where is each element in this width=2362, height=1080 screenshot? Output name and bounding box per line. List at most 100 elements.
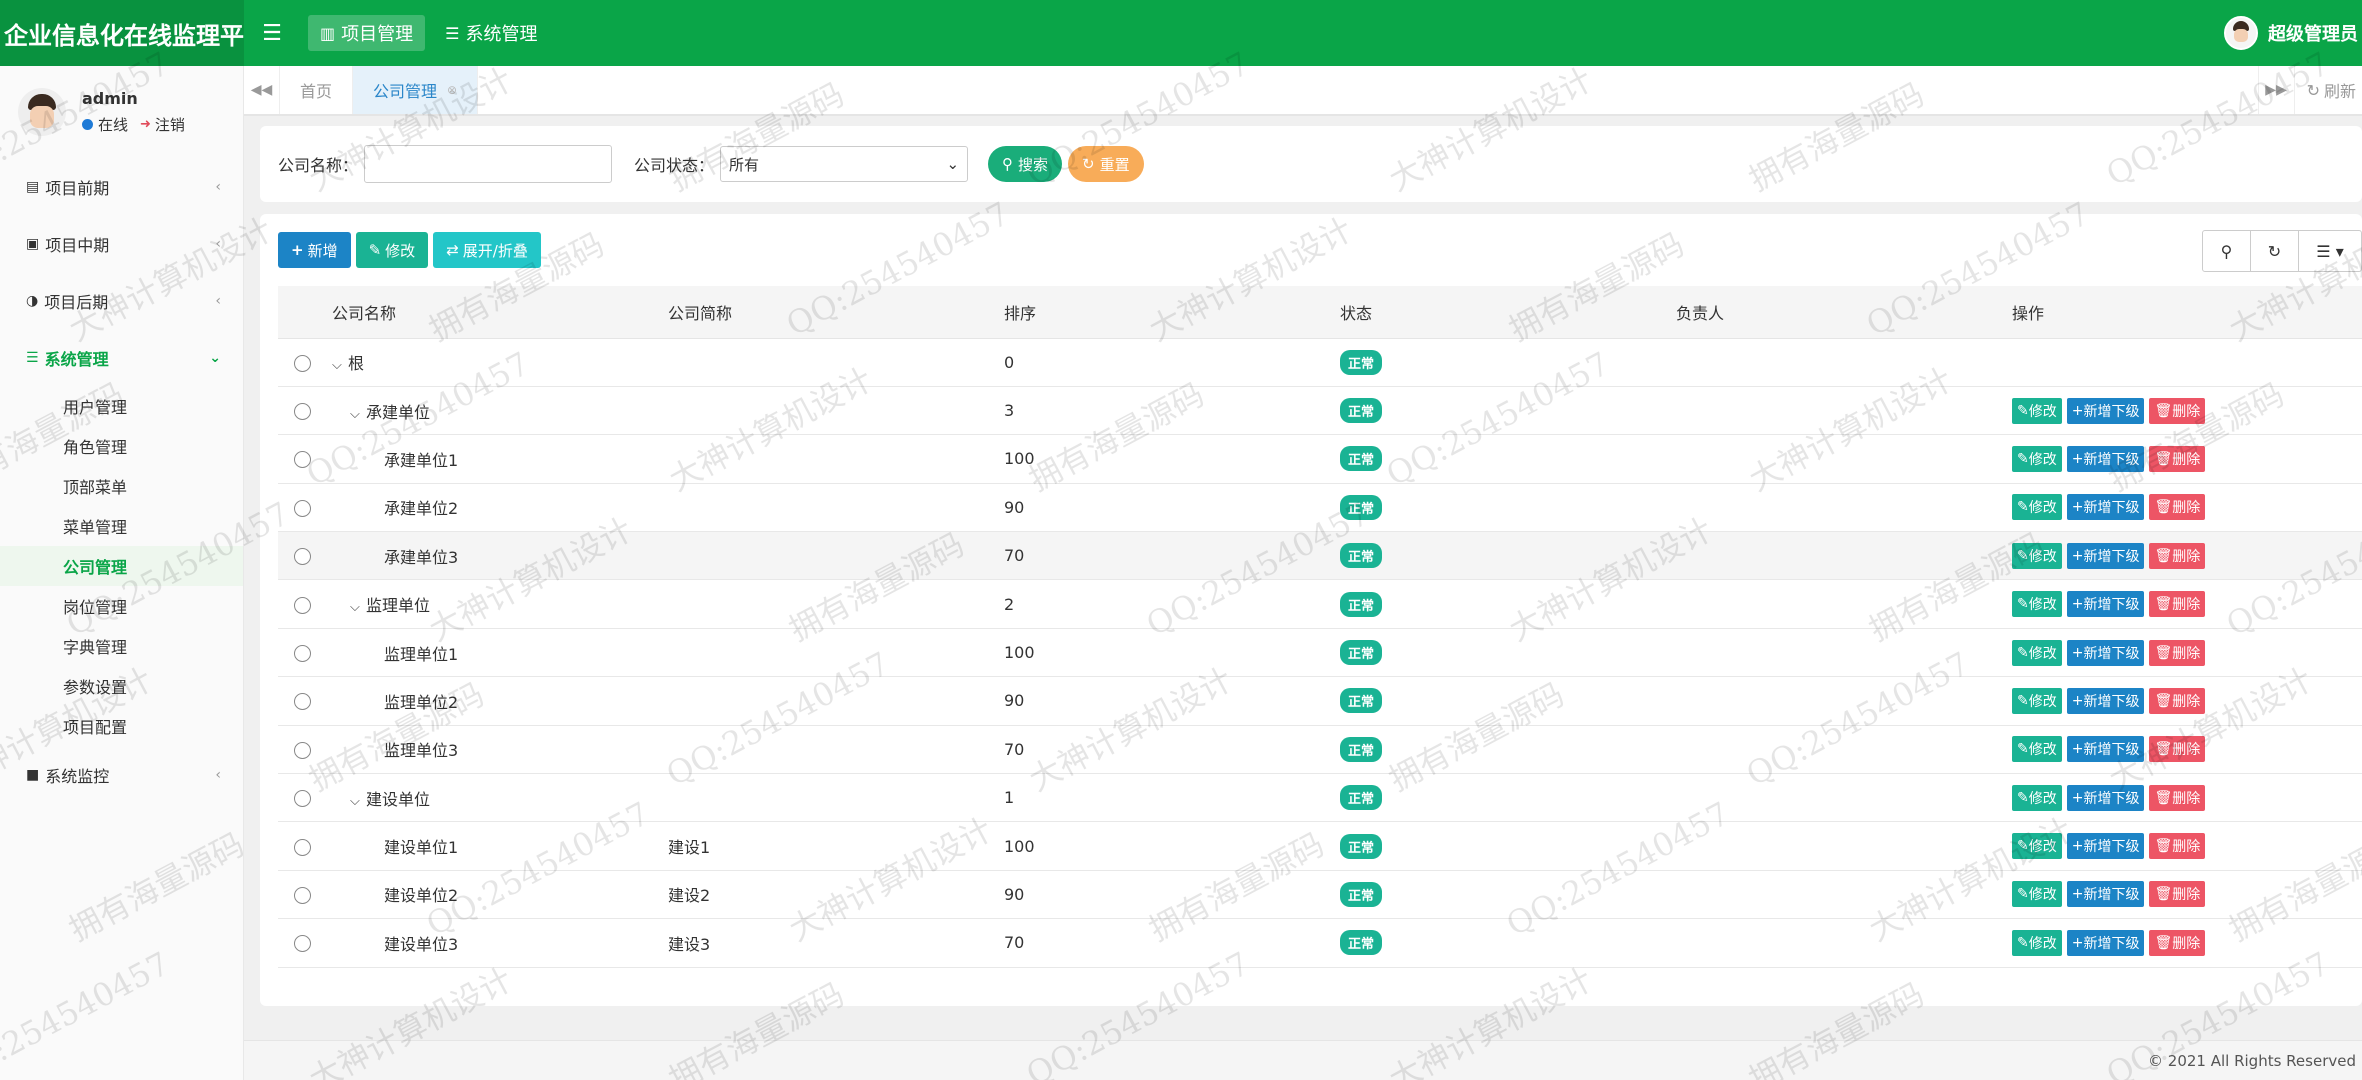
row-add-child-button[interactable]: + 新增下级 bbox=[2066, 494, 2145, 521]
row-radio[interactable] bbox=[294, 886, 311, 904]
search-toggle-button[interactable]: ⚲ bbox=[2203, 231, 2251, 271]
row-add-child-button[interactable]: + 新增下级 bbox=[2066, 833, 2145, 860]
expand-collapse-button[interactable]: ⇄ 展开/折叠 bbox=[433, 232, 541, 268]
sidebar-subitem-menu[interactable]: 菜单管理 bbox=[0, 506, 243, 546]
row-add-child-button[interactable]: + 新增下级 bbox=[2066, 929, 2145, 956]
sidebar-subitem-post[interactable]: 岗位管理 bbox=[0, 586, 243, 626]
row-edit-button[interactable]: ✎ 修改 bbox=[2012, 687, 2062, 714]
row-delete-button[interactable]: 🗑 删除 bbox=[2149, 736, 2206, 763]
row-edit-button[interactable]: ✎ 修改 bbox=[2012, 494, 2062, 521]
tab-scroll-right-icon[interactable]: ▶▶ bbox=[2257, 66, 2294, 114]
sidebar-item-system-management[interactable]: ☰ 系统管理 ⌄ bbox=[0, 329, 243, 386]
sidebar-subitem-top-menu[interactable]: 顶部菜单 bbox=[0, 466, 243, 506]
row-radio[interactable] bbox=[294, 935, 311, 953]
close-icon[interactable]: ⊗ bbox=[447, 83, 457, 97]
chevron-down-icon[interactable]: ⌵ bbox=[350, 407, 366, 422]
table-row[interactable]: ⌵ 建设单位 1 正常 ✎ 修改 + 新增下级 🗑 删除 bbox=[278, 774, 2362, 822]
sidebar-subitem-project-config[interactable]: 项目配置 bbox=[0, 706, 243, 746]
tab-company-management[interactable]: 公司管理 ⊗ bbox=[353, 66, 479, 114]
sidebar-subitem-params[interactable]: 参数设置 bbox=[0, 666, 243, 706]
row-add-child-button[interactable]: + 新增下级 bbox=[2066, 784, 2145, 811]
row-edit-button[interactable]: ✎ 修改 bbox=[2012, 591, 2062, 618]
sidebar-item-system-monitor[interactable]: ■ 系统监控 ‹ bbox=[0, 746, 243, 803]
row-delete-button[interactable]: 🗑 删除 bbox=[2149, 494, 2206, 521]
row-radio[interactable] bbox=[294, 451, 311, 469]
tab-scroll-left-icon[interactable]: ◀◀ bbox=[244, 66, 280, 114]
chevron-down-icon[interactable]: ⌵ bbox=[350, 794, 366, 809]
logout-link[interactable]: 注销 bbox=[155, 114, 185, 135]
row-add-child-button[interactable]: + 新增下级 bbox=[2066, 591, 2145, 618]
row-radio[interactable] bbox=[294, 645, 311, 663]
top-user-menu[interactable]: 超级管理员 bbox=[2224, 0, 2362, 66]
company-name-input[interactable] bbox=[364, 145, 613, 183]
chevron-down-icon[interactable]: ⌵ bbox=[350, 600, 366, 615]
row-edit-button[interactable]: ✎ 修改 bbox=[2012, 833, 2062, 860]
company-status-select[interactable]: 所有 ⌄ bbox=[720, 146, 969, 182]
row-edit-button[interactable]: ✎ 修改 bbox=[2012, 784, 2062, 811]
table-row[interactable]: 承建单位1 100 正常 ✎ 修改 + 新增下级 🗑 删除 bbox=[278, 435, 2362, 484]
table-row[interactable]: 监理单位3 70 正常 ✎ 修改 + 新增下级 🗑 删除 bbox=[278, 725, 2362, 774]
sidebar-item-project-early[interactable]: ▤ 项目前期 ‹ bbox=[0, 158, 243, 215]
reset-button[interactable]: ↻ 重置 bbox=[1068, 146, 1144, 182]
top-nav-project-management[interactable]: ▥ 项目管理 bbox=[308, 15, 426, 51]
sidebar-subitem-dict[interactable]: 字典管理 bbox=[0, 626, 243, 666]
table-row[interactable]: 承建单位3 70 正常 ✎ 修改 + 新增下级 🗑 删除 bbox=[278, 531, 2362, 580]
row-delete-button[interactable]: 🗑 删除 bbox=[2149, 833, 2206, 860]
row-radio[interactable] bbox=[294, 741, 311, 759]
table-row[interactable]: ⌵ 根 0 正常 bbox=[278, 338, 2362, 387]
row-delete-button[interactable]: 🗑 删除 bbox=[2149, 397, 2206, 424]
add-button[interactable]: + 新增 bbox=[278, 232, 351, 268]
refresh-table-button[interactable]: ↻ bbox=[2251, 231, 2299, 271]
row-add-child-button[interactable]: + 新增下级 bbox=[2066, 639, 2145, 666]
sidebar-subitem-user[interactable]: 用户管理 bbox=[0, 386, 243, 426]
table-row[interactable]: ⌵ 承建单位 3 正常 ✎ 修改 + 新增下级 🗑 删除 bbox=[278, 386, 2362, 435]
search-button[interactable]: ⚲ 搜索 bbox=[988, 146, 1063, 182]
table-row[interactable]: ⌵ 监理单位 2 正常 ✎ 修改 + 新增下级 🗑 删除 bbox=[278, 580, 2362, 629]
tab-home[interactable]: 首页 bbox=[280, 66, 354, 114]
row-radio[interactable] bbox=[294, 548, 311, 566]
sidebar-subitem-role[interactable]: 角色管理 bbox=[0, 426, 243, 466]
row-edit-button[interactable]: ✎ 修改 bbox=[2012, 542, 2062, 569]
columns-button[interactable]: ☰ ▾ bbox=[2299, 231, 2361, 271]
row-delete-button[interactable]: 🗑 删除 bbox=[2149, 445, 2206, 472]
row-edit-button[interactable]: ✎ 修改 bbox=[2012, 397, 2062, 424]
row-add-child-button[interactable]: + 新增下级 bbox=[2066, 687, 2145, 714]
row-edit-button[interactable]: ✎ 修改 bbox=[2012, 639, 2062, 666]
row-radio[interactable] bbox=[294, 596, 311, 614]
row-delete-button[interactable]: 🗑 删除 bbox=[2149, 784, 2206, 811]
row-radio[interactable] bbox=[294, 499, 311, 517]
row-add-child-button[interactable]: + 新增下级 bbox=[2066, 397, 2145, 424]
sidebar-subitem-company[interactable]: 公司管理 bbox=[0, 546, 243, 586]
row-radio[interactable] bbox=[294, 693, 311, 711]
row-add-child-button[interactable]: + 新增下级 bbox=[2066, 736, 2145, 763]
row-radio[interactable] bbox=[294, 403, 311, 421]
top-nav-system-management[interactable]: ☰ 系统管理 bbox=[433, 15, 549, 51]
table-row[interactable]: 承建单位2 90 正常 ✎ 修改 + 新增下级 🗑 删除 bbox=[278, 483, 2362, 532]
row-edit-button[interactable]: ✎ 修改 bbox=[2012, 881, 2062, 908]
row-add-child-button[interactable]: + 新增下级 bbox=[2066, 445, 2145, 472]
row-delete-button[interactable]: 🗑 删除 bbox=[2149, 639, 2206, 666]
row-radio[interactable] bbox=[294, 790, 311, 808]
table-row[interactable]: 建设单位2 建设2 90 正常 ✎ 修改 + 新增下级 🗑 删除 bbox=[278, 870, 2362, 919]
row-delete-button[interactable]: 🗑 删除 bbox=[2149, 542, 2206, 569]
row-radio[interactable] bbox=[294, 354, 311, 372]
row-add-child-button[interactable]: + 新增下级 bbox=[2066, 881, 2145, 908]
menu-toggle-icon[interactable]: ☰ bbox=[244, 0, 300, 66]
edit-button[interactable]: ✎ 修改 bbox=[355, 232, 429, 268]
table-row[interactable]: 建设单位1 建设1 100 正常 ✎ 修改 + 新增下级 🗑 删除 bbox=[278, 822, 2362, 871]
table-row[interactable]: 建设单位3 建设3 70 正常 ✎ 修改 + 新增下级 🗑 删除 bbox=[278, 919, 2362, 968]
sign-out-icon[interactable]: ➜ bbox=[140, 117, 151, 132]
row-delete-button[interactable]: 🗑 删除 bbox=[2149, 687, 2206, 714]
refresh-tab-button[interactable]: ↻ 刷新 bbox=[2293, 66, 2362, 114]
table-row[interactable]: 监理单位1 100 正常 ✎ 修改 + 新增下级 🗑 删除 bbox=[278, 628, 2362, 677]
row-edit-button[interactable]: ✎ 修改 bbox=[2012, 736, 2062, 763]
row-delete-button[interactable]: 🗑 删除 bbox=[2149, 591, 2206, 618]
row-add-child-button[interactable]: + 新增下级 bbox=[2066, 542, 2145, 569]
row-delete-button[interactable]: 🗑 删除 bbox=[2149, 929, 2206, 956]
sidebar-item-project-mid[interactable]: ▣ 项目中期 ‹ bbox=[0, 215, 243, 272]
table-row[interactable]: 监理单位2 90 正常 ✎ 修改 + 新增下级 🗑 删除 bbox=[278, 677, 2362, 726]
row-edit-button[interactable]: ✎ 修改 bbox=[2012, 929, 2062, 956]
row-radio[interactable] bbox=[294, 838, 311, 856]
row-delete-button[interactable]: 🗑 删除 bbox=[2149, 881, 2206, 908]
row-edit-button[interactable]: ✎ 修改 bbox=[2012, 445, 2062, 472]
